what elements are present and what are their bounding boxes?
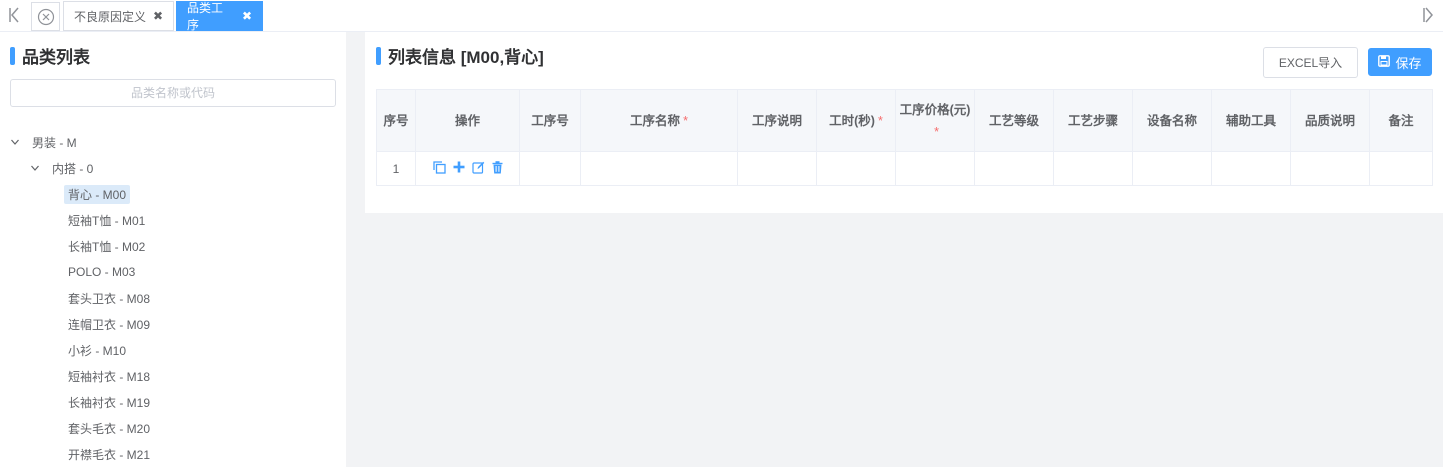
tree-node[interactable]: 男装 - M <box>10 132 81 152</box>
category-list-title: 品类列表 <box>10 43 90 68</box>
cell-aux-tools[interactable] <box>1211 151 1291 186</box>
category-search-input[interactable] <box>10 79 336 107</box>
save-icon <box>1378 54 1395 70</box>
column-header-label: 品质说明 <box>1304 113 1355 128</box>
column-header: 设备名称 <box>1132 89 1212 152</box>
table-header-row: 序号 操作 工序号 工序名称 * 工序说明 工时(秒) * 工序价格(元) * 工艺等级 工艺步骤 设备… <box>376 89 1433 152</box>
tree-node-label: 小衫 - M10 <box>68 343 127 358</box>
title-accent-bar <box>10 46 15 65</box>
column-header: 品质说明 <box>1290 89 1370 152</box>
cell-process-name[interactable] <box>580 151 738 186</box>
tree-node-label: 套头毛衣 - M20 <box>68 421 151 436</box>
tree-node[interactable]: 套头卫衣 - M08 <box>46 288 154 308</box>
cell-process-no[interactable] <box>519 151 581 186</box>
add-icon[interactable] <box>453 161 465 173</box>
cell-craft-steps[interactable] <box>1053 151 1133 186</box>
tree-node-label: 长袖T恤 - M02 <box>68 239 146 254</box>
column-header: 备注 <box>1369 89 1433 152</box>
column-header: 操作 <box>415 89 520 152</box>
tree-node[interactable]: 内搭 - 0 <box>30 158 97 178</box>
column-header: 工艺步骤 <box>1053 89 1133 152</box>
save-label: 保存 <box>1395 55 1422 71</box>
column-header: 工序说明 <box>737 89 817 152</box>
category-list-title-text: 品类列表 <box>22 48 90 67</box>
tree-node[interactable]: 长袖T恤 - M02 <box>46 236 149 256</box>
column-header-label: 工艺步骤 <box>1067 113 1118 128</box>
column-header: 工序价格(元) * <box>895 89 975 152</box>
tree-node-label: POLO - M03 <box>68 265 136 279</box>
excel-import-button[interactable]: EXCEL导入 <box>1263 47 1358 78</box>
cell-process-desc[interactable] <box>737 151 817 186</box>
tree-node[interactable]: POLO - M03 <box>46 262 139 282</box>
tree-node-label: 背心 - M00 <box>64 184 131 204</box>
tree-node-label: 开襟毛衣 - M21 <box>68 447 151 462</box>
tab-close-icon[interactable]: ✖ <box>242 9 252 23</box>
tree-node-label: 短袖衬衣 - M18 <box>68 369 151 384</box>
tab-close-icon[interactable]: ✖ <box>153 9 163 23</box>
tab-category-process[interactable]: 品类工序 ✖ <box>176 1 263 32</box>
cell-craft-level[interactable] <box>974 151 1054 186</box>
tree-node[interactable]: 开襟毛衣 - M21 <box>46 444 154 464</box>
column-header-label: 工序号 <box>531 113 569 128</box>
process-table: 序号 操作 工序号 工序名称 * 工序说明 工时(秒) * 工序价格(元) * 工艺等级 工艺步骤 设备… <box>376 89 1433 186</box>
column-header-label: 工时(秒) <box>829 113 875 128</box>
column-header: 工时(秒) * <box>816 89 896 152</box>
column-header-label: 备注 <box>1388 113 1414 128</box>
column-header-label: 工序说明 <box>751 113 802 128</box>
column-header: 序号 <box>376 89 416 152</box>
scroll-right-icon[interactable] <box>1420 6 1436 26</box>
column-header-label: 工序价格(元) <box>899 102 971 117</box>
tree-node[interactable]: 背心 - M00 <box>46 184 131 204</box>
tab-defect-reason[interactable]: 不良原因定义 ✖ <box>63 1 175 31</box>
column-header: 工序号 <box>519 89 581 152</box>
chevron-down-icon[interactable] <box>30 163 42 173</box>
tab-label: 品类工序 <box>187 1 224 32</box>
column-header-label: 设备名称 <box>1146 113 1197 128</box>
row-actions <box>415 151 520 186</box>
column-header: 辅助工具 <box>1211 89 1291 152</box>
cell-work-time[interactable] <box>816 151 896 186</box>
column-header: 工序名称 * <box>580 89 738 152</box>
required-marker: * <box>934 124 939 139</box>
required-marker: * <box>877 113 883 128</box>
cell-process-price[interactable] <box>895 151 975 186</box>
tree-node-label: 内搭 - 0 <box>52 161 94 176</box>
row-index: 1 <box>376 151 416 186</box>
list-info-title: 列表信息 [M00,背心] <box>376 43 544 68</box>
column-header: 工艺等级 <box>974 89 1054 152</box>
tree-node[interactable]: 小衫 - M10 <box>46 340 130 360</box>
tab-label: 不良原因定义 <box>74 9 147 24</box>
cell-quality-note[interactable] <box>1290 151 1370 186</box>
chevron-down-icon[interactable] <box>10 137 22 147</box>
tree-node[interactable]: 连帽卫衣 - M09 <box>46 314 154 334</box>
tree-node[interactable]: 套头毛衣 - M20 <box>46 418 154 438</box>
tree-node[interactable]: 短袖T恤 - M01 <box>46 210 149 230</box>
tree-node-label: 男装 - M <box>32 135 77 150</box>
tree-node-label: 短袖T恤 - M01 <box>68 213 146 228</box>
column-header-label: 工序名称 <box>630 113 681 128</box>
list-info-title-text: 列表信息 [M00,背心] <box>388 48 544 67</box>
table-row: 1 <box>376 151 1433 186</box>
tree-node-label: 连帽卫衣 - M09 <box>68 317 151 332</box>
cell-remark[interactable] <box>1369 151 1433 186</box>
column-header-label: 工艺等级 <box>988 113 1039 128</box>
close-all-tabs-icon[interactable] <box>31 2 60 31</box>
copy-icon[interactable] <box>432 160 446 174</box>
column-header-label: 辅助工具 <box>1225 113 1276 128</box>
excel-import-label: EXCEL导入 <box>1278 56 1343 70</box>
cell-equipment[interactable] <box>1132 151 1212 186</box>
save-button[interactable]: 保存 <box>1368 48 1432 76</box>
tree-node-label: 套头卫衣 - M08 <box>68 291 151 306</box>
delete-icon[interactable] <box>492 160 503 174</box>
tab-bar: 不良原因定义 ✖ 品类工序 ✖ <box>0 0 1443 32</box>
tree-node-label: 长袖衬衣 - M19 <box>68 395 151 410</box>
edit-icon[interactable] <box>471 161 485 174</box>
tree-node[interactable]: 短袖衬衣 - M18 <box>46 366 154 386</box>
tree-node[interactable]: 长袖衬衣 - M19 <box>46 392 154 412</box>
required-marker: * <box>683 113 688 128</box>
column-header-label: 序号 <box>383 113 409 128</box>
title-accent-bar <box>376 46 381 65</box>
column-header-label: 操作 <box>454 113 480 128</box>
scroll-left-icon[interactable] <box>6 6 22 26</box>
